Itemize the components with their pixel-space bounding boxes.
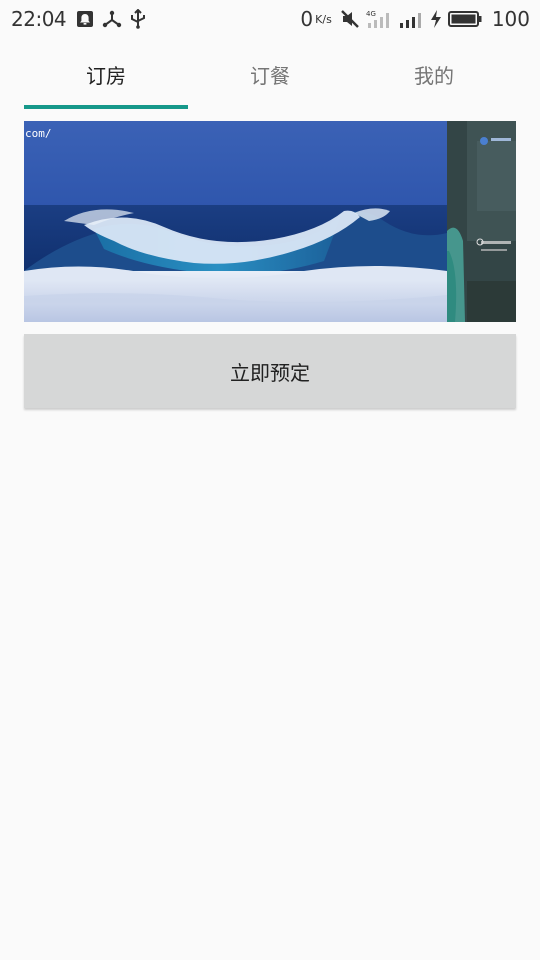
game-screenshot-image[interactable] (447, 121, 516, 322)
status-bar-right: 0 K/s 4G 100 (300, 7, 530, 31)
notification-icon (76, 10, 94, 28)
battery-percent: 100 (491, 7, 530, 31)
book-now-button[interactable]: 立即预定 (24, 334, 516, 408)
mute-icon (340, 9, 360, 29)
tab-bar: 订房 订餐 我的 (24, 40, 516, 110)
signal-4g-icon: 4G (366, 9, 392, 29)
status-bar: 22:04 0 K/s 4G 100 (0, 0, 540, 38)
status-bar-left: 22:04 (11, 7, 154, 31)
banner-url-text: com/ (25, 127, 52, 140)
tab-active-indicator (24, 105, 188, 109)
tab-mine[interactable]: 我的 (352, 40, 516, 108)
battery-icon (447, 10, 482, 28)
status-time: 22:04 (11, 7, 67, 31)
signal-icon (398, 9, 424, 29)
ocean-wave-image[interactable]: com/ (24, 121, 447, 322)
network-speed-value: 0 (300, 7, 314, 31)
network-badge: 4G (366, 10, 376, 18)
network-speed-unit: K/s (315, 12, 332, 26)
usb-icon (130, 9, 146, 29)
tab-book-room[interactable]: 订房 (24, 40, 188, 108)
charging-icon (430, 9, 442, 29)
banner-carousel[interactable]: com/ (24, 121, 516, 322)
share-icon (102, 10, 122, 28)
tab-order-food[interactable]: 订餐 (188, 40, 352, 108)
